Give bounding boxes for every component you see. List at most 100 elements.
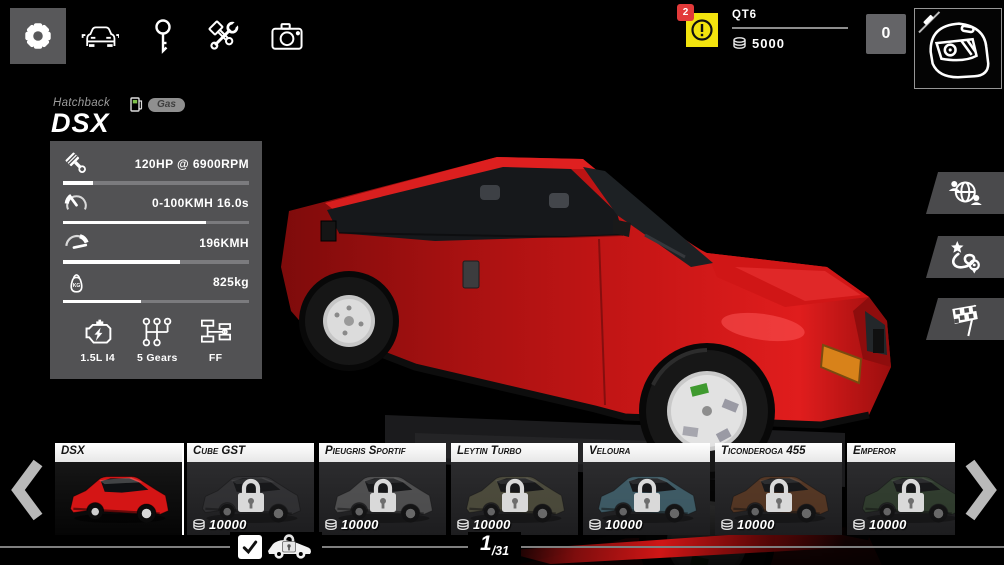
stat-power-value: 120HP @ 6900RPM <box>134 156 249 171</box>
spec-engine: 1.5L I4 <box>80 317 115 364</box>
checkmark-icon <box>242 540 258 555</box>
coin-icon <box>325 518 337 530</box>
stat-weight-value: 825kg <box>212 275 249 289</box>
car-card[interactable]: Ticonderoga 455 10000 <box>715 443 842 535</box>
speed-gauge-icon <box>65 234 89 249</box>
divider <box>732 27 848 29</box>
notifications-button[interactable]: 2 <box>677 4 718 47</box>
carousel-pager: 1 / 31 <box>468 532 522 562</box>
pager-current: 1 <box>480 532 492 555</box>
route-icon <box>951 241 980 274</box>
car-thumbnail <box>69 476 169 524</box>
camera-icon <box>271 23 303 50</box>
race-button[interactable] <box>925 298 1004 340</box>
stat-acceleration-bar <box>63 220 249 224</box>
car-card[interactable]: Emperor 10000 <box>847 443 955 535</box>
fuel-pump-icon <box>130 97 143 112</box>
gearbox-icon <box>143 317 172 347</box>
car-card-title: Emperor <box>853 445 896 457</box>
car-price-value: 10000 <box>341 517 379 532</box>
car-name: DSX <box>51 108 110 138</box>
coin-icon <box>721 518 733 530</box>
stat-topspeed-value: 196KMH <box>199 235 249 250</box>
car-price: 10000 <box>324 517 379 532</box>
photo-mode-button[interactable] <box>259 8 315 64</box>
lock-icon <box>897 478 924 512</box>
spec-gearbox: 5 Gears <box>137 317 178 364</box>
stat-weight-bar <box>63 299 249 303</box>
garage-screen: 2 QT6 5000 0 Hatchback Gas DSX 120HP @ 6… <box>0 0 1004 565</box>
stat-topspeed-bar <box>63 260 249 264</box>
stat-acceleration-value: 0-100KMH 16.0s <box>152 196 249 210</box>
car-price: 10000 <box>192 517 247 532</box>
profile-button[interactable] <box>914 8 1002 89</box>
tuning-button[interactable] <box>196 8 252 64</box>
locked-car-icon <box>268 534 311 559</box>
car-card[interactable]: Leytin Turbo 10000 <box>451 443 578 535</box>
car-price-value: 10000 <box>605 517 643 532</box>
next-car-button[interactable] <box>962 458 1000 522</box>
player-info[interactable]: QT6 5000 <box>732 9 848 51</box>
spec-engine-value: 1.5L I4 <box>80 352 115 364</box>
lock-icon <box>765 478 792 512</box>
gear-icon <box>25 23 51 49</box>
car-card[interactable]: Veloura 10000 <box>583 443 710 535</box>
key-icon <box>155 19 171 54</box>
helmet-icon <box>918 11 990 79</box>
spec-drivetrain-value: FF <box>208 352 223 364</box>
crates-counter[interactable]: 0 <box>866 14 906 54</box>
spec-gearbox-value: 5 Gears <box>136 352 178 364</box>
career-button[interactable] <box>925 236 1004 278</box>
credits-amount: 5000 <box>752 36 785 51</box>
chevron-right-icon <box>965 459 997 521</box>
lock-icon <box>501 478 528 512</box>
multiplayer-button[interactable] <box>925 172 1004 214</box>
key-button[interactable] <box>135 8 191 64</box>
garage-button[interactable] <box>71 8 127 64</box>
car-card-title: Pieugris Sportif <box>325 445 406 457</box>
engine-icon <box>85 319 111 344</box>
car-price-value: 10000 <box>473 517 511 532</box>
chevron-left-icon <box>11 459 43 521</box>
player-name: QT6 <box>732 9 757 21</box>
stat-power-bar <box>63 181 249 185</box>
car-card-title: Veloura <box>589 445 631 457</box>
crates-count: 0 <box>881 25 891 42</box>
car-card[interactable]: Cube GST 10000 <box>187 443 314 535</box>
tools-icon <box>208 20 239 50</box>
fuel-type-badge: Gas <box>148 97 185 112</box>
car-spec-row: 1.5L I4 5 Gears FF <box>63 317 249 364</box>
coin-icon <box>733 37 746 49</box>
car-card[interactable]: DSX <box>55 443 184 535</box>
lock-icon <box>369 478 396 512</box>
fuel-info: Gas <box>130 97 185 112</box>
weight-icon: KG <box>70 273 83 293</box>
car-price-value: 10000 <box>737 517 775 532</box>
stat-acceleration-row: 0-100KMH 16.0s <box>63 190 249 224</box>
stat-weight-row: KG 825kg <box>63 269 249 303</box>
car-price: 10000 <box>588 517 643 532</box>
show-locked-checkbox[interactable] <box>238 535 262 559</box>
coin-icon <box>457 518 469 530</box>
coin-icon <box>193 518 205 530</box>
notification-count-badge: 2 <box>677 4 694 21</box>
accel-gauge-icon <box>64 193 87 210</box>
car-price-value: 10000 <box>209 517 247 532</box>
svg-text:KG: KG <box>73 283 81 289</box>
settings-button[interactable] <box>10 8 66 64</box>
checkered-flag-icon <box>952 304 978 337</box>
car-price: 10000 <box>720 517 775 532</box>
car-icon <box>81 26 119 47</box>
car-card-title: Cube GST <box>193 445 246 457</box>
online-globe-icon <box>948 181 982 205</box>
stat-power-row: 120HP @ 6900RPM <box>63 150 249 185</box>
lock-icon <box>633 478 660 512</box>
car-card[interactable]: Pieugris Sportif 10000 <box>319 443 446 535</box>
car-carousel: DSX Cube GST 10000 Pieugris Sportif 1000… <box>55 443 955 535</box>
show-locked-toggle[interactable] <box>230 532 322 562</box>
car-card-title: DSX <box>61 445 85 457</box>
pager-total: 31 <box>495 544 510 558</box>
coin-icon <box>589 518 601 530</box>
prev-car-button[interactable] <box>8 458 46 522</box>
lock-icon <box>237 478 264 512</box>
